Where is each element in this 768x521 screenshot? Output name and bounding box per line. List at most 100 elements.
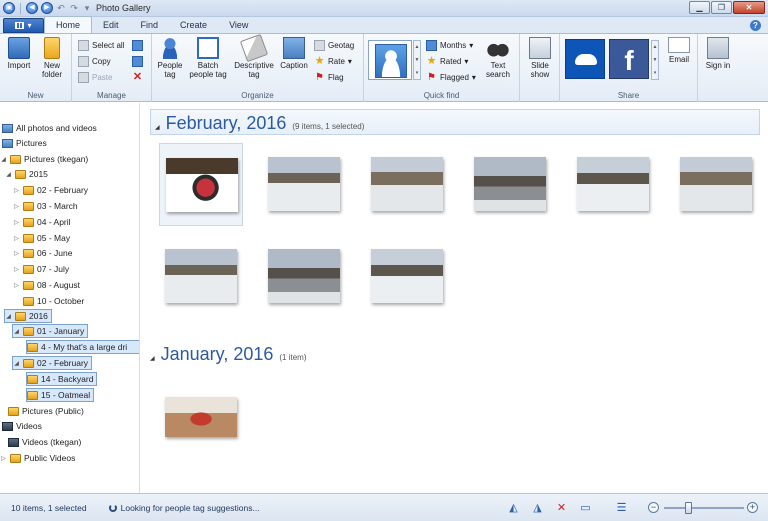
rotate-left-icon[interactable]: ◭	[507, 502, 520, 514]
photo-thumbnail[interactable]	[365, 143, 449, 226]
delete-button[interactable]: ✕	[132, 70, 143, 84]
expand-toggle-icon[interactable]: ◢	[5, 313, 12, 320]
expand-toggle-icon[interactable]: ▷	[13, 187, 20, 194]
photo-thumbnail[interactable]	[159, 383, 243, 466]
months-button[interactable]: Months ▾	[426, 38, 473, 52]
email-button[interactable]: Email	[662, 37, 696, 64]
nav-pictures[interactable]: Pictures	[2, 136, 47, 150]
nav-2015-august[interactable]: ▷ 08 - August	[13, 278, 80, 292]
slide-show-button[interactable]: Slide show	[524, 37, 556, 79]
tab-edit[interactable]: Edit	[92, 17, 130, 33]
details-view-icon[interactable]: ☰	[615, 502, 628, 514]
customize-dropdown-icon[interactable]: ▾	[82, 3, 92, 13]
zoom-in-button[interactable]: +	[747, 502, 758, 513]
rotate-right-button[interactable]	[132, 54, 143, 68]
flag-button[interactable]: ⚑ Flag	[314, 70, 344, 84]
redo-icon[interactable]: ↷	[69, 3, 79, 13]
nav-backyard[interactable]: 14 - Backyard	[26, 372, 98, 386]
photo-thumbnail[interactable]	[468, 143, 552, 226]
photo-thumbnail[interactable]	[159, 143, 243, 226]
nav-videos-tkegan[interactable]: Videos (tkegan)	[8, 435, 81, 449]
close-button[interactable]: ✕	[733, 1, 765, 14]
photo-thumbnail[interactable]	[674, 143, 758, 226]
expand-toggle-icon[interactable]: ◢	[0, 156, 7, 163]
tab-home[interactable]: Home	[44, 16, 93, 33]
photo-thumbnail[interactable]	[262, 235, 346, 318]
nav-pictures-tkegan[interactable]: ◢ Pictures (tkegan)	[0, 152, 88, 166]
expand-toggle-icon[interactable]: ▷	[13, 235, 20, 242]
paste-button[interactable]: Paste	[78, 70, 112, 84]
collapse-caret-icon[interactable]: ◢	[150, 355, 155, 362]
expand-toggle-icon[interactable]: ▷	[0, 455, 7, 462]
nav-2015-may[interactable]: ▷ 05 - May	[13, 231, 70, 245]
help-icon[interactable]: ?	[750, 20, 761, 31]
zoom-out-button[interactable]: −	[648, 502, 659, 513]
geotag-button[interactable]: Geotag	[314, 38, 354, 52]
facebook-icon[interactable]: f	[609, 39, 649, 79]
expand-toggle-icon[interactable]: ▷	[13, 219, 20, 226]
nav-videos[interactable]: Videos	[2, 419, 42, 433]
maximize-button[interactable]: ❐	[711, 1, 732, 14]
copy-button[interactable]: Copy	[78, 54, 111, 68]
zoom-slider-thumb[interactable]	[685, 502, 692, 514]
nav-2016[interactable]: ◢ 2016	[4, 309, 52, 323]
rated-button[interactable]: ★ Rated ▾	[426, 54, 469, 68]
nav-pictures-public[interactable]: Pictures (Public)	[8, 404, 84, 418]
people-gallery-scroll[interactable]: ▲ ▼ ▾	[413, 40, 421, 80]
expand-toggle-icon[interactable]: ◢	[5, 171, 12, 178]
undo-icon[interactable]: ↶	[56, 3, 66, 13]
people-tag-button[interactable]: People tag	[154, 37, 186, 79]
nav-2015-april[interactable]: ▷ 04 - April	[13, 215, 70, 229]
photo-thumbnail[interactable]	[365, 235, 449, 318]
tab-create[interactable]: Create	[169, 17, 218, 33]
tab-view[interactable]: View	[218, 17, 259, 33]
expand-toggle-icon[interactable]: ▷	[13, 266, 20, 273]
nav-2015-february[interactable]: ▷ 02 - February	[13, 183, 88, 197]
nav-2015-july[interactable]: ▷ 07 - July	[13, 262, 69, 276]
rotate-left-button[interactable]	[132, 38, 143, 52]
zoom-slider-track[interactable]	[664, 507, 744, 509]
select-all-button[interactable]: Select all	[78, 38, 124, 52]
rate-button[interactable]: ★ Rate ▾	[314, 54, 352, 68]
expand-toggle-icon[interactable]: ▷	[13, 250, 20, 257]
batch-people-tag-button[interactable]: Batch people tag	[188, 37, 228, 79]
photo-thumbnail[interactable]	[262, 143, 346, 226]
nav-2015-october[interactable]: 10 - October	[23, 294, 84, 308]
nav-oatmeal[interactable]: 15 - Oatmeal	[26, 388, 95, 402]
collapse-caret-icon[interactable]: ◢	[155, 124, 160, 131]
group-header-february-2016[interactable]: ◢ February, 2016 (9 items, 1 selected)	[150, 109, 760, 135]
forward-icon[interactable]: ▶	[41, 2, 53, 14]
rotate-right-icon[interactable]: ◮	[531, 502, 544, 514]
nav-2015-june[interactable]: ▷ 06 - June	[13, 246, 72, 260]
share-gallery-scroll[interactable]: ▲ ▼ ▾	[651, 40, 659, 80]
file-menu-button[interactable]: ▾	[3, 18, 44, 33]
nav-large-drink[interactable]: 4 - My that's a large dri	[26, 340, 139, 354]
text-search-button[interactable]: Text search	[482, 37, 514, 79]
people-filter-gallery[interactable]	[368, 40, 412, 80]
onedrive-icon[interactable]	[565, 39, 605, 79]
expand-toggle-icon[interactable]: ◢	[13, 328, 20, 335]
nav-all-photos[interactable]: All photos and videos	[2, 121, 97, 135]
nav-2015-march[interactable]: ▷ 03 - March	[13, 199, 77, 213]
caption-button[interactable]: Caption	[278, 37, 310, 70]
delete-icon[interactable]: ✕	[555, 502, 568, 514]
slide-show-icon[interactable]: ▭	[579, 502, 592, 514]
sign-in-button[interactable]: Sign in	[702, 37, 734, 70]
back-icon[interactable]: ◀	[26, 2, 38, 14]
expand-toggle-icon[interactable]: ▷	[13, 282, 20, 289]
expand-toggle-icon[interactable]: ▷	[13, 203, 20, 210]
descriptive-tag-button[interactable]: Descriptive tag	[232, 33, 276, 79]
tab-find[interactable]: Find	[130, 17, 170, 33]
import-button[interactable]: Import	[3, 37, 35, 70]
flagged-button[interactable]: ⚑ Flagged ▾	[426, 70, 476, 84]
group-header-january-2016[interactable]: ◢ January, 2016 (1 item)	[150, 341, 307, 367]
photo-thumbnail[interactable]	[571, 143, 655, 226]
new-folder-button[interactable]: New folder	[36, 37, 68, 79]
photo-thumbnail[interactable]	[159, 235, 243, 318]
expand-toggle-icon[interactable]: ◢	[13, 360, 20, 367]
minimize-button[interactable]: ▁	[689, 1, 710, 14]
nav-2016-january[interactable]: ◢ 01 - January	[12, 324, 89, 338]
nav-public-videos[interactable]: ▷ Public Videos	[0, 451, 75, 465]
app-icon[interactable]: ▣	[3, 2, 15, 14]
nav-2015[interactable]: ◢ 2015	[5, 167, 48, 181]
